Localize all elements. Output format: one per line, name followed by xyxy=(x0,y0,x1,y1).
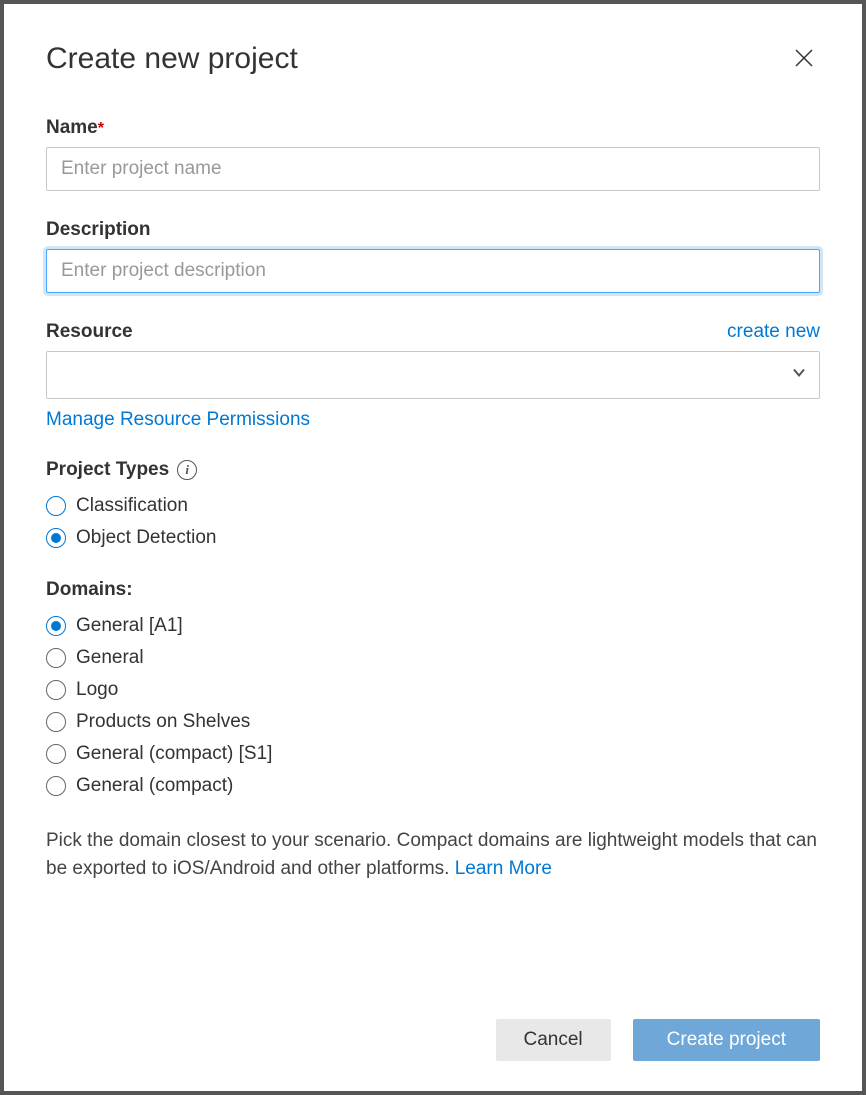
info-icon[interactable]: i xyxy=(177,460,197,480)
description-input[interactable] xyxy=(46,249,820,293)
project-types-radio-group: Classification Object Detection xyxy=(46,495,820,549)
radio-domain-products-on-shelves[interactable]: Products on Shelves xyxy=(46,711,820,733)
radio-icon xyxy=(46,528,66,548)
project-types-label: Project Types xyxy=(46,459,169,481)
radio-label: Classification xyxy=(76,495,188,517)
radio-label: General (compact) [S1] xyxy=(76,743,272,765)
radio-icon xyxy=(46,648,66,668)
name-input[interactable] xyxy=(46,147,820,191)
radio-icon xyxy=(46,680,66,700)
description-field: Description xyxy=(46,219,820,293)
name-label: Name xyxy=(46,117,98,138)
learn-more-link[interactable]: Learn More xyxy=(455,858,552,879)
radio-label: Products on Shelves xyxy=(76,711,250,733)
help-text-body: Pick the domain closest to your scenario… xyxy=(46,830,817,879)
radio-icon xyxy=(46,712,66,732)
domains-help-text: Pick the domain closest to your scenario… xyxy=(46,827,820,882)
domains-section: Domains: General [A1] General Logo Produ… xyxy=(46,579,820,882)
radio-icon xyxy=(46,776,66,796)
required-mark: * xyxy=(98,120,104,137)
create-new-resource-link[interactable]: create new xyxy=(727,321,820,343)
radio-label: General xyxy=(76,647,144,669)
radio-label: General (compact) xyxy=(76,775,233,797)
radio-object-detection[interactable]: Object Detection xyxy=(46,527,820,549)
name-field: Name* xyxy=(46,117,820,191)
cancel-button[interactable]: Cancel xyxy=(496,1019,611,1061)
radio-domain-logo[interactable]: Logo xyxy=(46,679,820,701)
description-label: Description xyxy=(46,219,151,241)
create-project-dialog: Create new project Name* Description Res… xyxy=(4,4,862,1091)
close-button[interactable] xyxy=(788,42,820,77)
project-types-section: Project Types i Classification Object De… xyxy=(46,459,820,579)
radio-icon xyxy=(46,616,66,636)
manage-permissions-link[interactable]: Manage Resource Permissions xyxy=(46,409,310,431)
radio-icon xyxy=(46,744,66,764)
radio-label: Logo xyxy=(76,679,118,701)
radio-domain-general-a1[interactable]: General [A1] xyxy=(46,615,820,637)
radio-label: General [A1] xyxy=(76,615,183,637)
resource-field: Resource create new Manage Resource Perm… xyxy=(46,321,820,431)
resource-label: Resource xyxy=(46,321,133,343)
radio-domain-general-compact[interactable]: General (compact) xyxy=(46,775,820,797)
domains-label: Domains: xyxy=(46,579,133,601)
dialog-header: Create new project xyxy=(46,42,820,77)
domains-radio-group: General [A1] General Logo Products on Sh… xyxy=(46,615,820,797)
radio-label: Object Detection xyxy=(76,527,216,549)
radio-domain-general[interactable]: General xyxy=(46,647,820,669)
resource-select[interactable] xyxy=(46,351,820,399)
dialog-footer: Cancel Create project xyxy=(46,989,820,1061)
close-icon xyxy=(792,46,816,70)
create-project-button[interactable]: Create project xyxy=(633,1019,820,1061)
radio-classification[interactable]: Classification xyxy=(46,495,820,517)
dialog-title: Create new project xyxy=(46,42,298,76)
radio-domain-general-compact-s1[interactable]: General (compact) [S1] xyxy=(46,743,820,765)
radio-icon xyxy=(46,496,66,516)
